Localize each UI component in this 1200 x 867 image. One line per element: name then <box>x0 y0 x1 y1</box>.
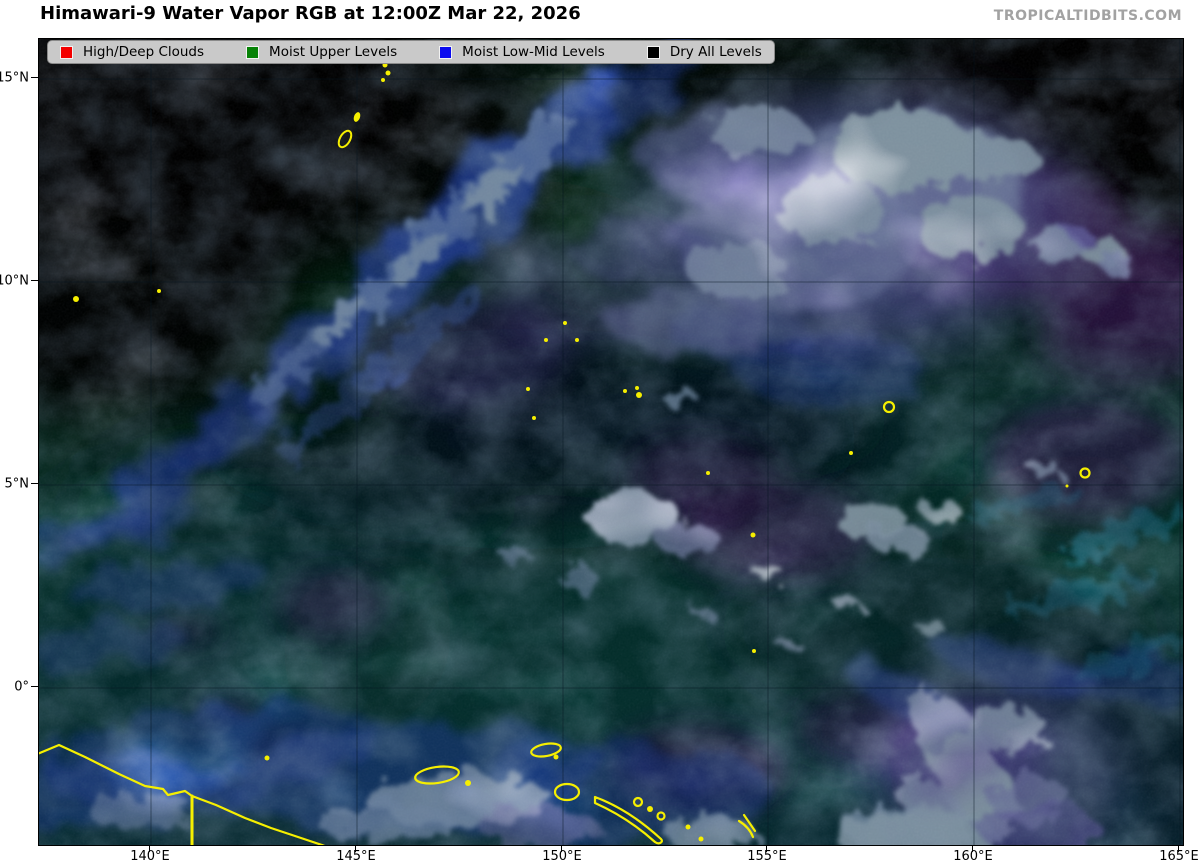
lat-tick-label: 5°N <box>0 477 29 492</box>
lat-tick-label: 10°N <box>0 274 29 289</box>
legend-label: Moist Upper Levels <box>269 44 397 60</box>
sensor-grain <box>39 39 1183 845</box>
lon-tick-label: 150°E <box>537 849 587 864</box>
lat-tick-label: 0° <box>0 680 29 695</box>
lat-tickmark <box>31 280 38 281</box>
moist-low-mid-levels-swatch <box>439 46 452 59</box>
legend-item: High/Deep Clouds <box>60 44 204 60</box>
satellite-imagery <box>39 39 1183 845</box>
lat-tickmark <box>31 77 38 78</box>
legend-label: Moist Low-Mid Levels <box>462 44 605 60</box>
moist-upper-levels-swatch <box>246 46 259 59</box>
lon-tick-label: 155°E <box>742 849 792 864</box>
legend-item: Moist Low-Mid Levels <box>439 44 605 60</box>
lon-tick-label: 160°E <box>948 849 998 864</box>
lon-tick-label: 165°E <box>1154 849 1200 864</box>
lon-tick-label: 140°E <box>125 849 175 864</box>
legend-label: Dry All Levels <box>670 44 762 60</box>
yap-island-dot <box>73 296 79 302</box>
lat-tickmark <box>31 483 38 484</box>
lat-tickmark <box>31 686 38 687</box>
legend-label: High/Deep Clouds <box>83 44 204 60</box>
satellite-map: High/Deep Clouds Moist Upper Levels Mois… <box>38 38 1184 846</box>
page: Himawari-9 Water Vapor RGB at 12:00Z Mar… <box>0 0 1200 867</box>
page-title: Himawari-9 Water Vapor RGB at 12:00Z Mar… <box>40 3 581 24</box>
legend: High/Deep Clouds Moist Upper Levels Mois… <box>47 40 775 64</box>
dry-all-levels-swatch <box>647 46 660 59</box>
legend-item: Moist Upper Levels <box>246 44 397 60</box>
lon-tick-label: 145°E <box>331 849 381 864</box>
site-watermark: TROPICALTIDBITS.COM <box>994 8 1182 24</box>
legend-item: Dry All Levels <box>647 44 762 60</box>
high-deep-clouds-swatch <box>60 46 73 59</box>
lat-tick-label: 15°N <box>0 71 29 86</box>
